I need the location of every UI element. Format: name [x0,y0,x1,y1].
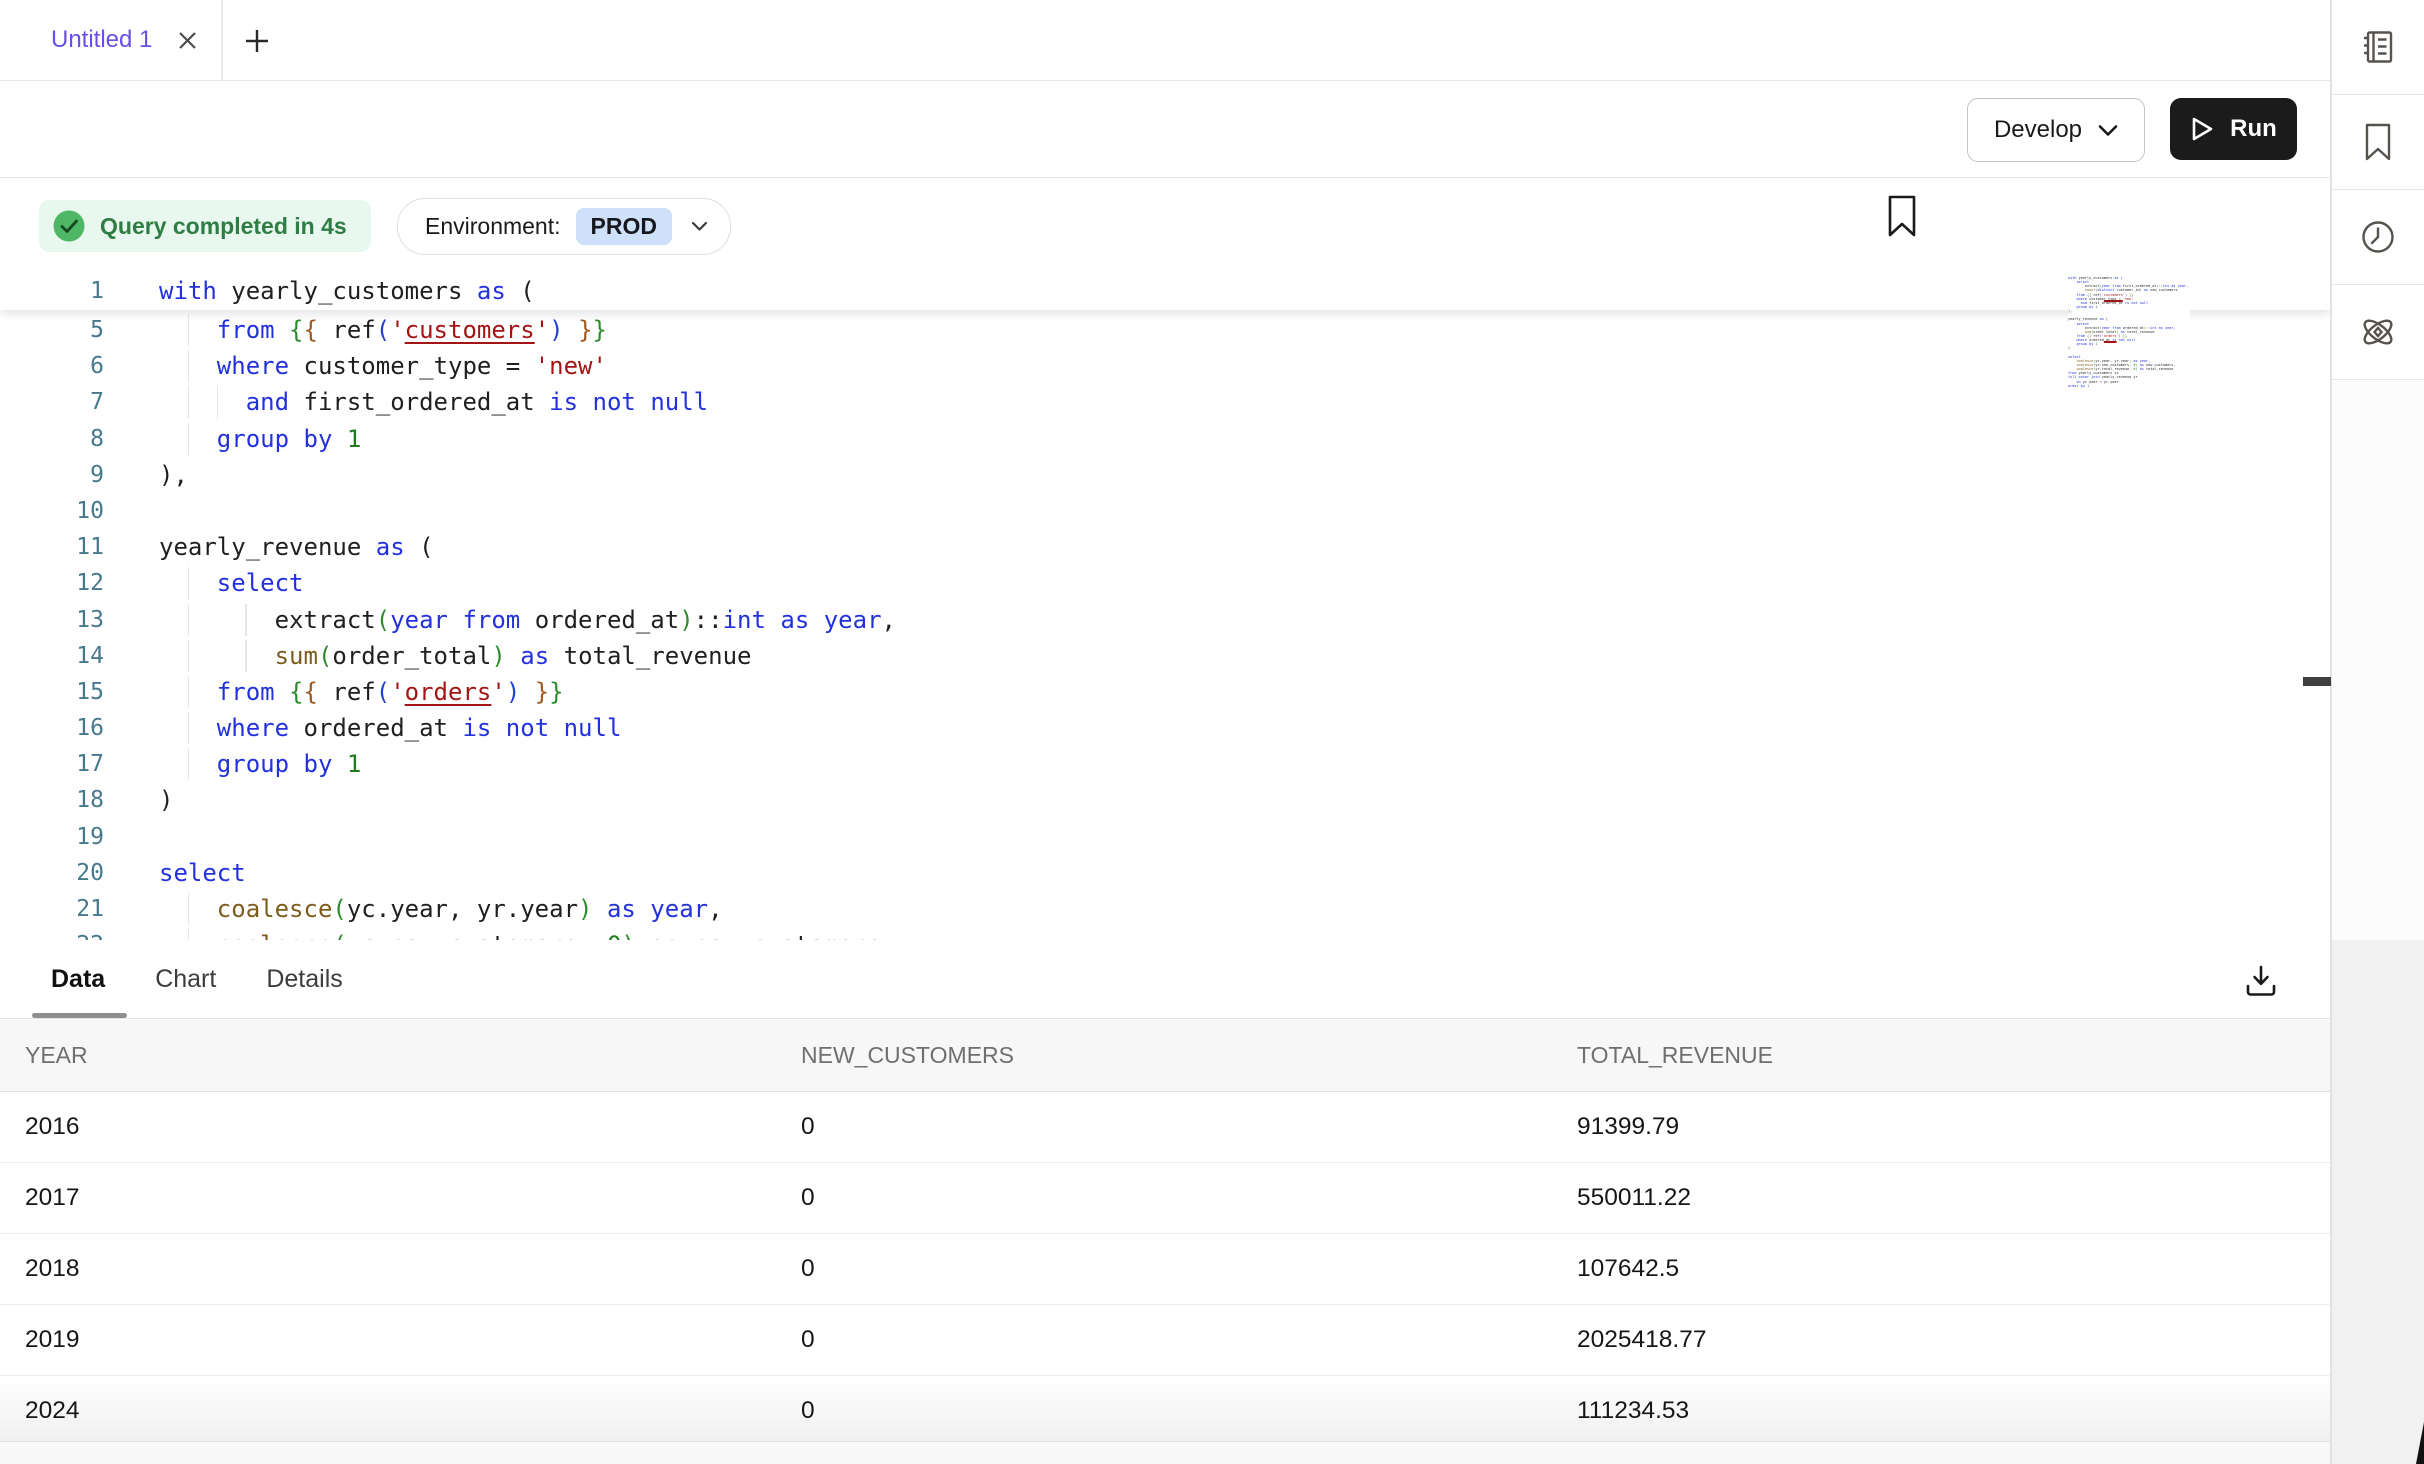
table-cell: 0 [776,1113,1552,1141]
column-header: NEW_CUSTOMERS [776,1042,1552,1069]
code-line: 15 from {{ ref('orders') }} [0,674,2330,710]
bookmark-icon[interactable] [1884,193,1924,241]
table-cell: 0 [776,1255,1552,1283]
develop-button-label: Develop [1994,116,2082,144]
query-status-text: Query completed in 4s [100,213,347,240]
run-button-label: Run [2230,115,2277,143]
column-header: YEAR [0,1042,776,1069]
table-cell: 550011.22 [1552,1184,2330,1212]
code-line: 19 [0,819,2330,855]
minimap[interactable]: with yearly_customers as ( select extrac… [2068,276,2190,390]
table-cell: 91399.79 [1552,1113,2330,1141]
run-button[interactable]: Run [2170,98,2297,160]
chevron-down-icon [2098,124,2118,137]
tab-divider [221,0,223,80]
code-editor[interactable]: 1 with yearly_customers as ( 5 from {{ r… [0,273,2330,940]
code-line: 17 group by 1 [0,746,2330,782]
table-cell: 2018 [0,1255,776,1283]
active-tab-underline [32,1013,127,1018]
code-line: 18) [0,782,2330,818]
tab-bar: Untitled 1 [0,0,2330,81]
code-line: 16 where ordered_at is not null [0,710,2330,746]
panel-tabs: Data Chart Details [0,940,2330,1019]
environment-value-badge: PROD [576,208,672,245]
sql-ide-window: Untitled 1 Develop Run Query completed [0,0,2424,1464]
tab-details[interactable]: Details [266,965,342,994]
sticky-line-code: with yearly_customers as ( [159,273,535,309]
notebook-icon[interactable] [2332,0,2424,95]
code-line: 9), [0,457,2330,493]
sidebar-spacer [2332,381,2424,940]
sidebar-lower [2332,940,2424,1464]
editor-scrollbar-thumb[interactable] [2303,677,2331,686]
table-cell: 2024 [0,1397,776,1425]
query-status-badge: Query completed in 4s [39,200,371,252]
code-line: 12 select [0,565,2330,601]
table-row: 20240111234.53 [0,1376,2330,1446]
code-line: 13 extract(year from ordered_at)::int as… [0,602,2330,638]
code-line: 8 group by 1 [0,421,2330,457]
results-panel: Data Chart Details YEARNEW_CUSTOMERSTOTAL_… [0,940,2330,1464]
code-line: 22 coalesce(yc.new_customers, 0) as new_… [0,927,2330,940]
table-cell: 0 [776,1184,1552,1212]
table-row: 201902025418.77 [0,1305,2330,1376]
table-cell: 2019 [0,1326,776,1354]
tab-data[interactable]: Data [51,965,105,994]
file-tab-label: Untitled 1 [51,26,152,54]
column-header: TOTAL_REVENUE [1552,1042,2330,1069]
table-body: 2016091399.7920170550011.2220180107642.5… [0,1093,2330,1446]
table-cell: 107642.5 [1552,1255,2330,1283]
table-cell: 0 [776,1326,1552,1354]
editor-lines: 5 from {{ ref('customers') }}6 where cus… [0,312,2330,940]
table-cell: 111234.53 [1552,1397,2330,1425]
file-tab-untitled-1[interactable]: Untitled 1 [0,0,221,80]
chevron-down-icon [691,221,708,232]
table-cell: 0 [776,1397,1552,1425]
sticky-line-number: 1 [0,273,104,309]
explore-icon[interactable] [2332,285,2424,380]
play-icon [2190,115,2215,143]
download-icon[interactable] [2238,958,2284,1004]
table-row: 20170550011.22 [0,1163,2330,1234]
bookmark-icon[interactable] [2332,95,2424,190]
minimap-content: with yearly_customers as ( select extrac… [2068,276,2190,388]
code-line: 21 coalesce(yc.year, yr.year) as year, [0,891,2330,927]
table-row: 2016091399.79 [0,1093,2330,1164]
table-row: 20180107642.5 [0,1234,2330,1305]
tab-chart[interactable]: Chart [155,965,216,994]
code-line: 10 [0,493,2330,529]
table-horizontal-scrollbar[interactable] [0,1441,2330,1464]
table-cell: 2016 [0,1113,776,1141]
code-line: 14 sum(order_total) as total_revenue [0,638,2330,674]
right-sidebar [2332,0,2424,1464]
close-icon[interactable] [174,27,200,53]
code-line: 7 and first_ordered_at is not null [0,384,2330,420]
code-line: 11yearly_revenue as ( [0,529,2330,565]
table-header-row: YEARNEW_CUSTOMERSTOTAL_REVENUE [0,1020,2330,1092]
sticky-scroll-line[interactable]: 1 with yearly_customers as ( [0,273,2330,310]
check-circle-icon [51,208,87,244]
code-line: 5 from {{ ref('customers') }} [0,312,2330,348]
environment-label: Environment: [425,213,561,240]
code-line: 20select [0,855,2330,891]
environment-selector[interactable]: Environment: PROD [397,198,731,255]
toolbar: Develop Run [0,81,2330,178]
table-cell: 2025418.77 [1552,1326,2330,1354]
plus-icon[interactable] [240,24,274,58]
history-icon[interactable] [2332,190,2424,285]
code-line: 6 where customer_type = 'new' [0,348,2330,384]
table-cell: 2017 [0,1184,776,1212]
develop-button[interactable]: Develop [1967,98,2145,162]
